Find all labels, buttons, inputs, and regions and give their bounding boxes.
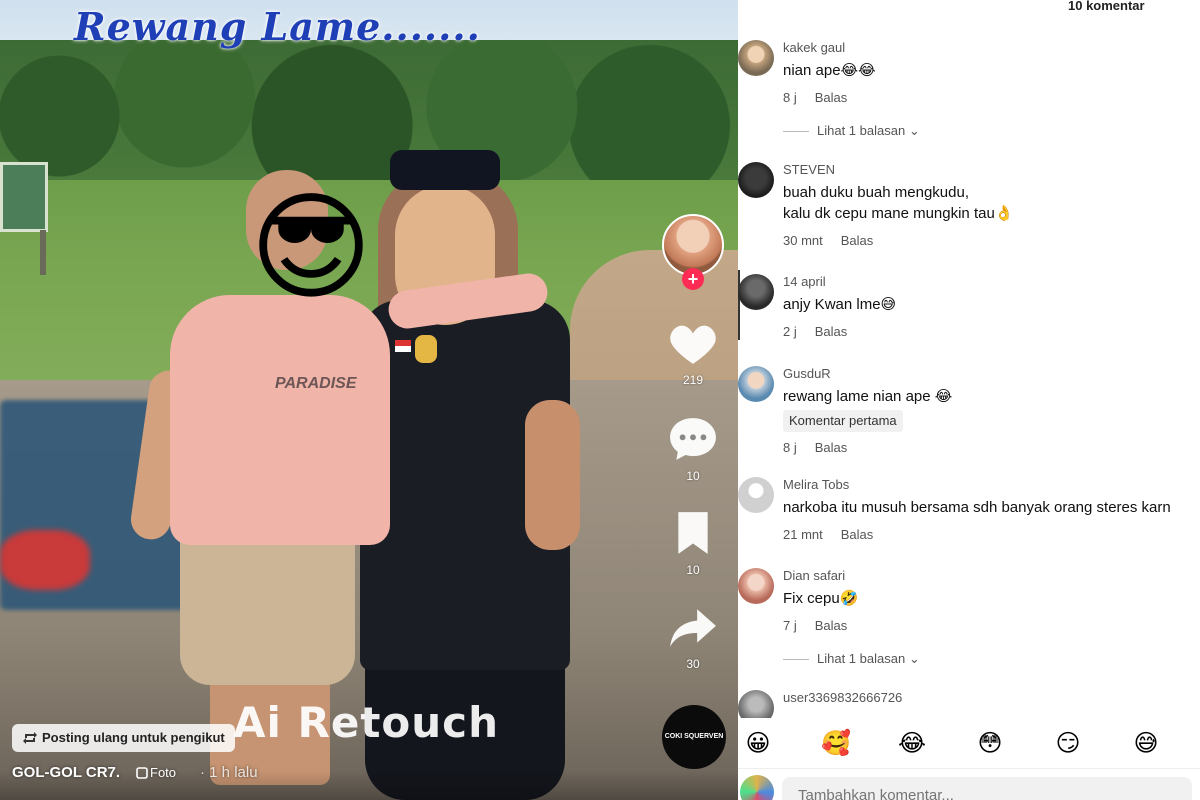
chevron-down-icon: ⌄: [908, 123, 920, 138]
comment-button[interactable]: 10: [660, 416, 726, 483]
repost-icon: [23, 732, 37, 744]
save-count: 10: [686, 563, 700, 577]
reply-button[interactable]: Balas: [841, 527, 874, 542]
comment-text: anjy Kwan lme😅: [783, 296, 897, 313]
comment-text: Fix cepu🤣: [783, 590, 859, 607]
photo-icon: [136, 767, 148, 779]
share-count: 30: [686, 657, 700, 671]
post-type-tag: Foto: [136, 765, 176, 780]
default-avatar-icon[interactable]: [738, 477, 774, 513]
photo-caption: Rewang Lame.......: [74, 4, 481, 49]
comment-meta: 30 mnt Balas: [783, 233, 873, 248]
comment-meta: 7 j Balas: [783, 618, 847, 633]
comment-text: rewang lame nian ape 😂: [783, 388, 953, 405]
comment-time: 7 j: [783, 618, 797, 633]
reply-button[interactable]: Balas: [841, 233, 874, 248]
comment-text: narkoba itu musuh bersama sdh banyak ora…: [783, 499, 1171, 516]
emoji-hearts-button[interactable]: 🥰: [818, 726, 854, 762]
view-replies-button[interactable]: Lihat 1 balasan ⌄: [783, 123, 920, 139]
reply-button[interactable]: Balas: [815, 440, 848, 455]
avatar[interactable]: [738, 366, 774, 402]
comment-meta: 21 mnt Balas: [783, 527, 873, 542]
comment-username[interactable]: STEVEN: [783, 162, 835, 177]
comment-input[interactable]: [782, 777, 1192, 800]
avatar[interactable]: [738, 162, 774, 198]
repost-label: Posting ulang untuk pengikut: [42, 730, 225, 745]
comment-text-line-2: kalu dk cepu mane mungkin tau👌: [783, 205, 1014, 222]
comment-text: nian ape😂😂: [783, 62, 876, 79]
emoji-tears-of-joy-button[interactable]: 😂: [894, 726, 930, 762]
avatar[interactable]: [738, 568, 774, 604]
comment-composer: [738, 768, 1200, 800]
comment-time: 8 j: [783, 90, 797, 105]
reply-button[interactable]: Balas: [815, 324, 848, 339]
like-count: 219: [682, 373, 704, 387]
comment-username[interactable]: user3369832666726: [783, 690, 902, 705]
emoji-grinning-button[interactable]: 😀: [740, 726, 776, 762]
post-time: · 1 h lalu: [200, 764, 258, 781]
my-avatar: [740, 775, 774, 800]
emoji-quick-bar: 😀 🥰 😂 😳 😏 😅: [738, 718, 1200, 770]
share-arrow-icon: [660, 606, 726, 655]
comment-username[interactable]: 14 april: [783, 274, 826, 289]
comment-count: 10: [686, 469, 700, 483]
post-photo: PARADISE 😎: [0, 0, 738, 800]
post-type-label: Foto: [150, 765, 177, 780]
music-disc[interactable]: COKI SQUERVEN: [662, 705, 726, 769]
comment-text-line-1: buah duku buah mengkudu,: [783, 184, 969, 201]
avatar[interactable]: [738, 274, 774, 310]
comment-meta: 2 j Balas: [783, 324, 847, 339]
emoji-sweat-smile-button[interactable]: 😅: [1128, 726, 1164, 762]
save-button[interactable]: 10: [660, 510, 726, 577]
comment-username[interactable]: Dian safari: [783, 568, 845, 583]
emoji-flushed-button[interactable]: 😳: [972, 726, 1008, 762]
comment-username[interactable]: kakek gaul: [783, 40, 845, 55]
sunglasses-emoji-sticker: 😎: [249, 182, 373, 314]
comment-time: 2 j: [783, 324, 797, 339]
shirt-print: PARADISE: [275, 375, 357, 392]
comment-time: 30 mnt: [783, 233, 823, 248]
reply-button[interactable]: Balas: [815, 90, 848, 105]
comment-time: 21 mnt: [783, 527, 823, 542]
comment-time: 8 j: [783, 440, 797, 455]
comment-username[interactable]: Melira Tobs: [783, 477, 849, 492]
first-comment-badge: Komentar pertama: [783, 410, 903, 432]
comment-meta: 8 j Balas: [783, 440, 847, 455]
comment-bubble-icon: [660, 416, 726, 467]
creator-avatar[interactable]: [662, 214, 724, 276]
avatar[interactable]: [738, 40, 774, 76]
comment-meta: 8 j Balas: [783, 90, 847, 105]
chevron-down-icon: ⌄: [908, 651, 920, 666]
follow-plus-icon[interactable]: +: [682, 268, 704, 290]
view-replies-button[interactable]: Lihat 1 balasan ⌄: [783, 651, 920, 667]
reply-button[interactable]: Balas: [815, 618, 848, 633]
comment-total: 10 komentar: [1068, 0, 1145, 13]
tiktok-post-viewer: PARADISE 😎 Rewang Lame....... + 219 10 1…: [0, 0, 1200, 800]
share-button[interactable]: 30: [660, 606, 726, 671]
comments-panel: 10 komentar kakek gaul nian ape😂😂 8 j Bal…: [738, 0, 1200, 800]
music-disc-label: COKI SQUERVEN: [664, 733, 724, 740]
comment-username[interactable]: GusduR: [783, 366, 831, 381]
heart-icon: [660, 320, 726, 371]
like-button[interactable]: 219: [660, 320, 726, 387]
repost-button[interactable]: Posting ulang untuk pengikut: [12, 724, 235, 752]
emoji-smirk-button[interactable]: 😏: [1050, 726, 1086, 762]
photo-viewer[interactable]: PARADISE 😎 Rewang Lame....... + 219 10 1…: [0, 0, 738, 800]
bookmark-icon: [660, 510, 726, 561]
ai-retouch-watermark: Ai Retouch: [233, 698, 499, 747]
author-name[interactable]: GOL-GOL CR7.: [12, 764, 120, 781]
